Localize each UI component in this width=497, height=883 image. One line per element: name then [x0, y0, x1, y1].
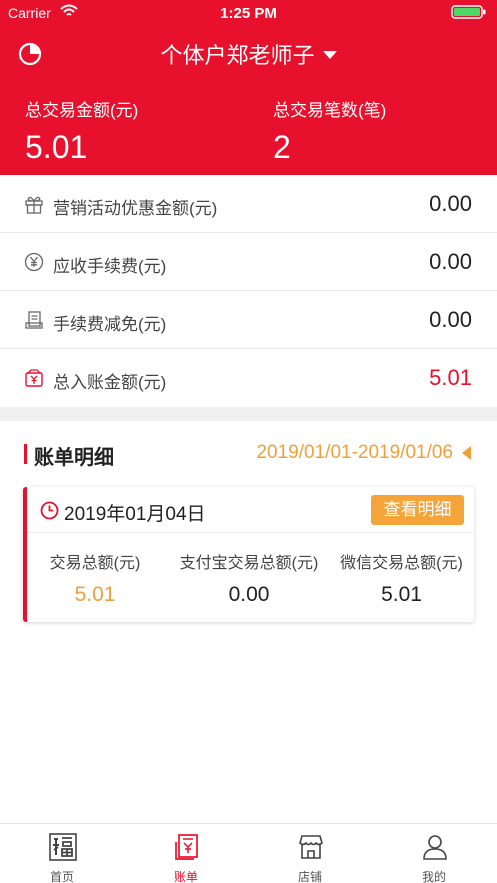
view-details-button[interactable]: 查看明细 [371, 495, 464, 525]
store-selector[interactable]: 个体户郑老师子 [0, 38, 497, 70]
section-accent-bar [24, 444, 27, 464]
summary-label: 营销活动优惠金额(元) [53, 199, 218, 218]
total-count-value: 2 [273, 129, 291, 165]
fu-home-icon [49, 833, 77, 861]
user-icon [423, 835, 447, 860]
triangle-left-icon[interactable] [462, 446, 471, 460]
card-column-alipay: 支付宝交易总额(元) 0.00 [169, 549, 329, 607]
summary-label: 应收手续费(元) [53, 257, 167, 276]
summary-label: 手续费减免(元) [53, 315, 167, 334]
money-icon [25, 369, 43, 387]
tab-label: 店铺 [297, 870, 322, 883]
section-divider [0, 407, 497, 421]
bill-details-header: 账单明细 2019/01/01-2019/01/06 [0, 421, 497, 483]
total-count-label: 总交易笔数(笔) [273, 101, 387, 120]
tab-label: 账单 [173, 870, 198, 883]
summary-value: 0.00 [429, 307, 472, 332]
daily-bill-card: 2019年01月04日 查看明细 交易总额(元) 5.01 支付宝交易总额(元)… [23, 487, 474, 622]
tab-shop[interactable]: 店铺 [248, 824, 372, 883]
chevron-down-icon [322, 51, 337, 60]
tab-me[interactable]: 我的 [372, 824, 496, 883]
receipt-icon [25, 311, 43, 329]
total-amount-label: 总交易金额(元) [25, 101, 139, 120]
total-amount-value: 5.01 [25, 129, 88, 165]
shop-icon [299, 835, 323, 859]
total-amount-stat: 总交易金额(元) 5.01 [25, 96, 138, 166]
column-label: 微信交易总额(元) [340, 555, 463, 572]
gift-icon [25, 196, 43, 214]
column-value: 5.01 [381, 583, 422, 606]
summary-row-promotion: 营销活动优惠金额(元) 0.00 [0, 175, 497, 233]
clock-icon [40, 501, 59, 520]
tab-bill[interactable]: 账单 [124, 824, 248, 883]
column-value: 5.01 [74, 583, 116, 606]
summary-value: 0.00 [429, 249, 472, 274]
column-label: 支付宝交易总额(元) [179, 555, 319, 572]
tab-home[interactable]: 首页 [0, 824, 124, 883]
tab-label: 首页 [49, 870, 74, 883]
column-value: 0.00 [228, 583, 270, 606]
summary-row-total-income: 总入账金额(元) 5.01 [0, 349, 497, 407]
summary-label: 总入账金额(元) [53, 373, 167, 392]
summary-value: 0.00 [429, 191, 472, 216]
date-range-selector[interactable]: 2019/01/01-2019/01/06 [256, 442, 453, 464]
store-name: 个体户郑老师子 [160, 43, 315, 68]
card-column-total: 交易总额(元) 5.01 [27, 549, 163, 607]
column-label: 交易总额(元) [49, 555, 141, 572]
status-bar: Carrier 1:25 PM [0, 0, 497, 26]
summary-row-fee-waiver: 手续费减免(元) 0.00 [0, 291, 497, 349]
yen-circle-icon [24, 252, 44, 272]
section-title: 账单明细 [34, 447, 114, 469]
card-date: 2019年01月04日 [64, 504, 206, 525]
card-column-wechat: 微信交易总额(元) 5.01 [329, 549, 474, 607]
battery-icon [451, 5, 486, 19]
summary-row-fee: 应收手续费(元) 0.00 [0, 233, 497, 291]
bill-icon [175, 834, 198, 860]
summary-value: 5.01 [429, 365, 472, 390]
summary-list: 营销活动优惠金额(元) 0.00 应收手续费(元) 0.00 手续费减免(元) … [0, 175, 497, 407]
card-date-row: 2019年01月04日 查看明细 [27, 487, 474, 533]
clock-time: 1:25 PM [220, 5, 277, 22]
header: Carrier 1:25 PM 个体户郑老师子 总交易金额(元) 5.01 总交… [0, 0, 497, 175]
tab-bar: 首页 账单 店铺 我的 [0, 823, 497, 883]
total-count-stat: 总交易笔数(笔) 2 [273, 96, 386, 166]
tab-label: 我的 [421, 870, 446, 883]
